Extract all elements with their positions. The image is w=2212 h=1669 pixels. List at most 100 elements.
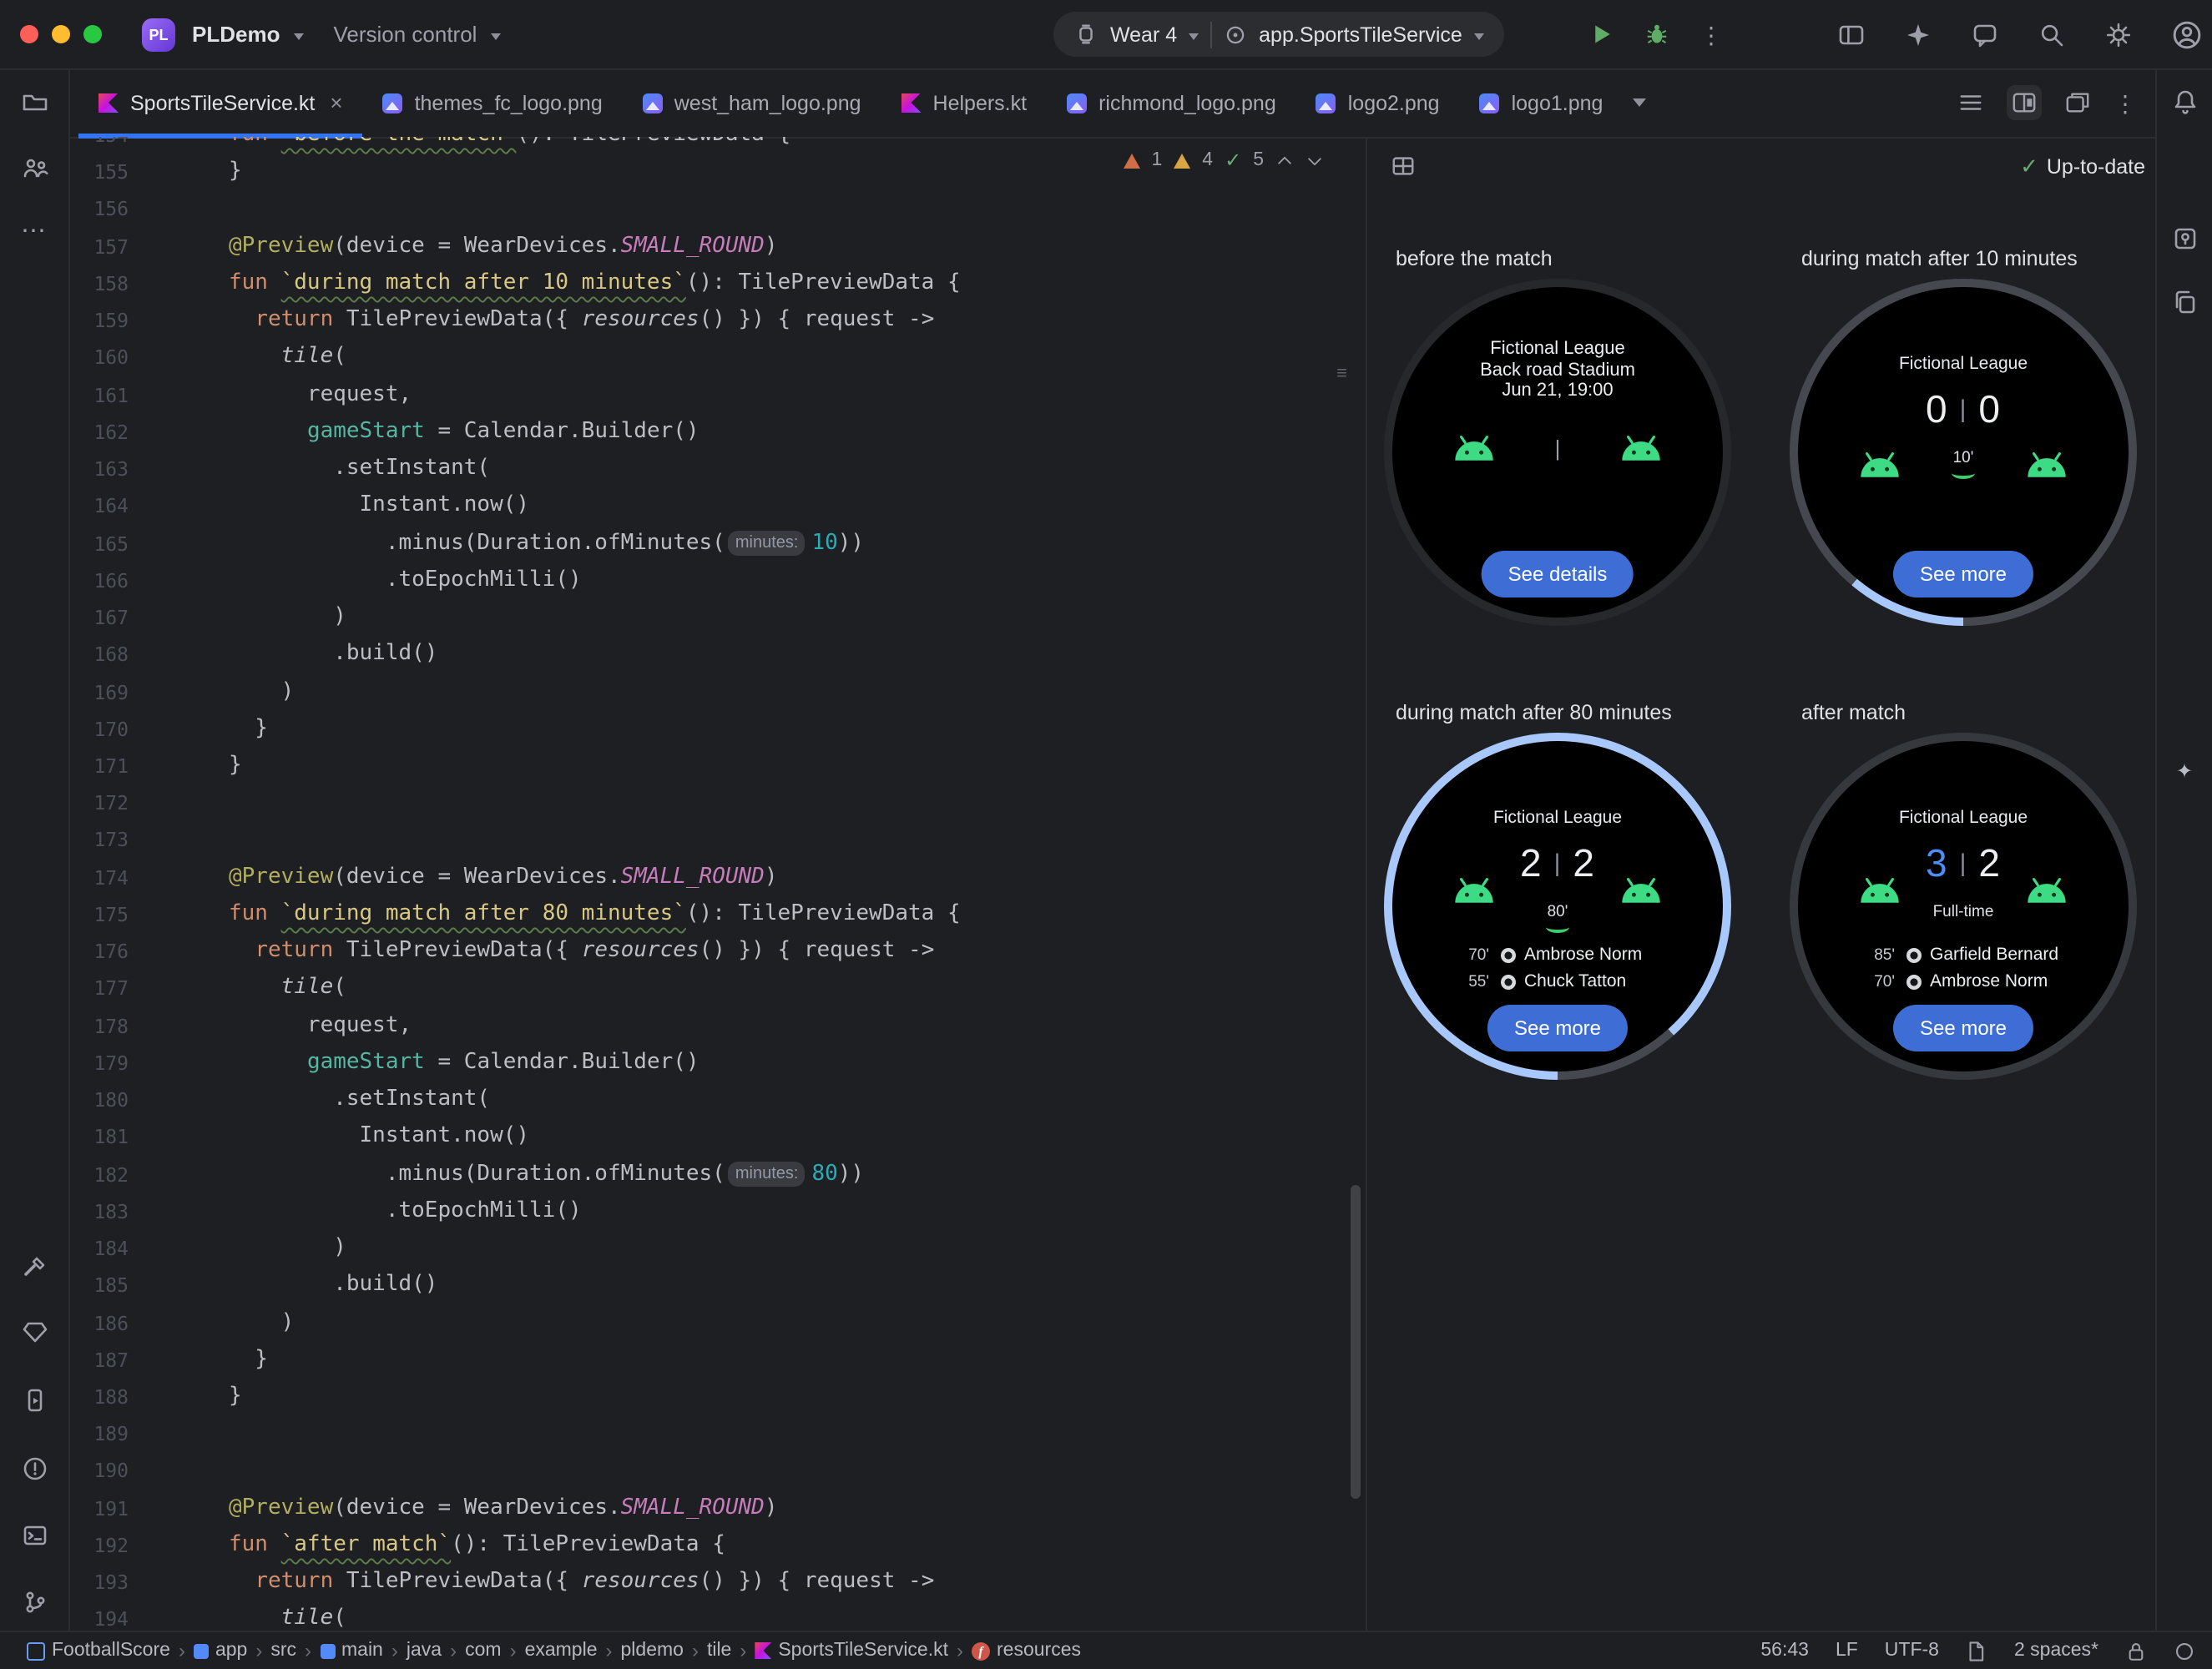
- code-line-169[interactable]: 169 ): [68, 673, 1344, 710]
- version-control-icon[interactable]: [21, 1589, 48, 1616]
- code-line-174[interactable]: 174 @Preview(device = WearDevices.SMALL_R…: [68, 859, 1344, 895]
- run-config-selector[interactable]: app.SportsTileService: [1259, 23, 1462, 46]
- tab-Helpers.kt[interactable]: Helpers.kt: [881, 68, 1048, 137]
- code-line-156[interactable]: 156: [68, 191, 1344, 228]
- code-line-177[interactable]: 177 tile(: [68, 971, 1344, 1007]
- code-line-181[interactable]: 181 Instant.now(): [68, 1119, 1344, 1156]
- vcs-menu[interactable]: Version control: [333, 22, 477, 47]
- terminal-icon[interactable]: [21, 1522, 48, 1549]
- float-window-icon[interactable]: [2065, 90, 2090, 115]
- code-line-191[interactable]: 191 @Preview(device = WearDevices.SMALL_R…: [68, 1490, 1344, 1526]
- build-icon[interactable]: [21, 1253, 48, 1280]
- tab-richmond_logo.png[interactable]: richmond_logo.png: [1047, 68, 1296, 137]
- code-line-186[interactable]: 186 ): [68, 1304, 1344, 1341]
- code-line-180[interactable]: 180 .setInstant(: [68, 1082, 1344, 1118]
- resource-manager-icon[interactable]: [21, 1319, 48, 1345]
- file-encoding[interactable]: UTF-8: [1885, 1641, 1939, 1661]
- tab-overflow-chevron[interactable]: [1633, 98, 1647, 107]
- indent-setting[interactable]: 2 spaces*: [2014, 1641, 2098, 1661]
- code-line-166[interactable]: 166 .toEpochMilli(): [68, 562, 1344, 599]
- breadcrumb-src[interactable]: src: [270, 1641, 296, 1661]
- code-with-me-icon[interactable]: [1972, 21, 1998, 48]
- window-minimize-button[interactable]: [52, 25, 70, 43]
- code-line-183[interactable]: 183 .toEpochMilli(): [68, 1193, 1344, 1230]
- breadcrumb-java[interactable]: java: [407, 1641, 442, 1661]
- code-line-159[interactable]: 159 return TilePreviewData({ resources()…: [68, 302, 1344, 339]
- code-line-187[interactable]: 187 }: [68, 1341, 1344, 1378]
- code-line-163[interactable]: 163 .setInstant(: [68, 451, 1344, 487]
- code-editor[interactable]: 154fun `before the match`(): TilePreview…: [68, 137, 1364, 1632]
- error-count[interactable]: 1: [1151, 150, 1162, 170]
- ai-assistant-icon[interactable]: [1905, 21, 1932, 48]
- code-line-172[interactable]: 172: [68, 784, 1344, 821]
- see-more-button[interactable]: See more: [1892, 1005, 2034, 1051]
- preview-layout-icon[interactable]: [1391, 154, 1416, 179]
- breadcrumb-FootballScore[interactable]: FootballScore: [27, 1641, 170, 1661]
- code-line-170[interactable]: 170 }: [68, 711, 1344, 748]
- code-line-164[interactable]: 164 Instant.now(): [68, 488, 1344, 525]
- project-folder-icon[interactable]: [21, 88, 48, 115]
- window-maximize-button[interactable]: [83, 25, 102, 43]
- editor-scrollbar[interactable]: [1351, 1185, 1361, 1499]
- passed-count[interactable]: 5: [1253, 150, 1264, 170]
- tab-logo1.png[interactable]: logo1.png: [1460, 68, 1624, 137]
- breadcrumb-tile[interactable]: tile: [707, 1641, 731, 1661]
- more-actions-button[interactable]: ⋮: [1699, 23, 1723, 46]
- code-line-158[interactable]: 158 fun `during match after 10 minutes`()…: [68, 265, 1344, 302]
- code-line-171[interactable]: 171}: [68, 748, 1344, 784]
- breadcrumb-resources[interactable]: f resources: [972, 1641, 1081, 1661]
- status-indicator-icon[interactable]: [2174, 1640, 2195, 1661]
- code-line-175[interactable]: 175 fun `during match after 80 minutes`()…: [68, 896, 1344, 933]
- structure-icon[interactable]: [21, 155, 48, 182]
- code-line-162[interactable]: 162 gameStart = Calendar.Builder(): [68, 414, 1344, 451]
- restore-layout-icon[interactable]: [1838, 21, 1865, 48]
- split-editor-active-box[interactable]: [2007, 85, 2042, 120]
- code-line-178[interactable]: 178 request,: [68, 1007, 1344, 1044]
- code-line-160[interactable]: 160 tile(: [68, 340, 1344, 376]
- debug-button[interactable]: [1644, 22, 1669, 47]
- gemini-icon[interactable]: ✦: [2176, 759, 2193, 783]
- window-close-button[interactable]: [20, 25, 38, 43]
- warning-count[interactable]: 4: [1202, 150, 1213, 170]
- code-line-184[interactable]: 184 ): [68, 1230, 1344, 1267]
- editor-list-icon[interactable]: [1958, 90, 1983, 115]
- more-tool-windows-icon[interactable]: ⋯: [21, 215, 48, 245]
- breadcrumb-pldemo[interactable]: pldemo: [621, 1641, 684, 1661]
- tab-themes_fc_logo.png[interactable]: themes_fc_logo.png: [363, 68, 623, 137]
- breadcrumb-example[interactable]: example: [525, 1641, 598, 1661]
- previous-issue-chevron[interactable]: [1275, 151, 1294, 169]
- code-line-189[interactable]: 189: [68, 1415, 1344, 1452]
- code-line-167[interactable]: 167 ): [68, 599, 1344, 636]
- tab-options-button[interactable]: ⋮: [2114, 91, 2137, 114]
- breadcrumb-com[interactable]: com: [465, 1641, 501, 1661]
- code-line-165[interactable]: 165 .minus(Duration.ofMinutes(minutes: 10…: [68, 525, 1344, 562]
- code-line-182[interactable]: 182 .minus(Duration.ofMinutes(minutes: 80…: [68, 1156, 1344, 1193]
- close-tab-button[interactable]: ×: [330, 90, 342, 115]
- device-manager-icon[interactable]: [2171, 225, 2198, 252]
- problems-icon[interactable]: [21, 1455, 48, 1482]
- tab-SportsTileService.kt[interactable]: SportsTileService.kt ×: [78, 68, 364, 139]
- next-issue-chevron[interactable]: [1305, 151, 1324, 169]
- running-devices-icon[interactable]: [21, 1387, 48, 1414]
- code-line-190[interactable]: 190: [68, 1453, 1344, 1490]
- see-details-button[interactable]: See details: [1481, 551, 1634, 598]
- code-line-185[interactable]: 185 .build(): [68, 1268, 1344, 1304]
- line-separator[interactable]: LF: [1836, 1641, 1858, 1661]
- see-more-button[interactable]: See more: [1487, 1005, 1629, 1051]
- device-selector[interactable]: Wear 4: [1110, 23, 1177, 46]
- code-line-161[interactable]: 161 request,: [68, 376, 1344, 413]
- lock-icon[interactable]: [2125, 1640, 2147, 1661]
- code-line-179[interactable]: 179 gameStart = Calendar.Builder(): [68, 1045, 1344, 1082]
- see-more-button[interactable]: See more: [1892, 551, 2034, 598]
- tab-logo2.png[interactable]: logo2.png: [1296, 68, 1460, 137]
- file-icon[interactable]: [1966, 1640, 1987, 1661]
- breadcrumb-SportsTileService.kt[interactable]: SportsTileService.kt: [755, 1641, 948, 1661]
- code-line-192[interactable]: 192 fun `after match`(): TilePreviewData …: [68, 1527, 1344, 1564]
- code-line-173[interactable]: 173: [68, 822, 1344, 859]
- code-line-193[interactable]: 193 return TilePreviewData({ resources()…: [68, 1564, 1344, 1601]
- code-line-157[interactable]: 157 @Preview(device = WearDevices.SMALL_R…: [68, 228, 1344, 265]
- project-selector[interactable]: PLDemo: [192, 22, 280, 47]
- user-avatar[interactable]: [2172, 19, 2202, 49]
- code-line-168[interactable]: 168 .build(): [68, 637, 1344, 673]
- code-line-188[interactable]: 188}: [68, 1379, 1344, 1415]
